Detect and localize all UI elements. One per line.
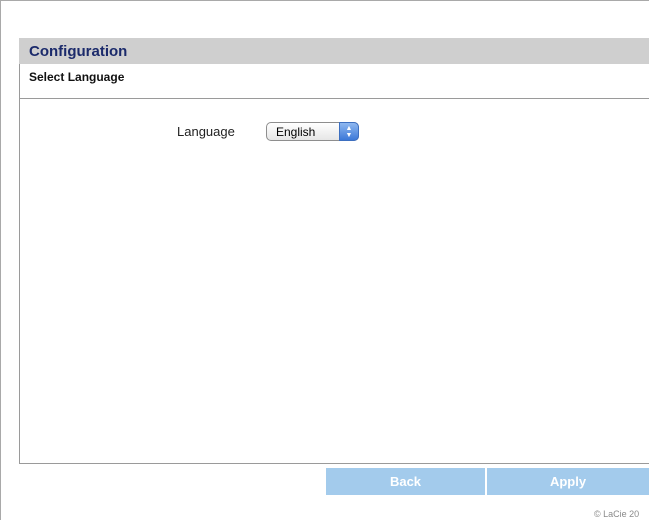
updown-arrows-icon: ▲ ▼ [339,122,359,141]
apply-button[interactable]: Apply [487,468,649,495]
page-title: Configuration [29,43,128,60]
section-title: Select Language [29,70,125,84]
section-divider [20,98,649,99]
language-select-value: English [276,125,316,139]
language-panel: Select Language Language English ▲ ▼ [19,64,649,464]
copyright-footer: © LaCie 20 [594,509,640,519]
back-button[interactable]: Back [326,468,485,495]
config-header: Configuration [19,38,649,64]
language-select[interactable]: English ▲ ▼ [266,122,359,141]
language-label: Language [177,124,235,139]
